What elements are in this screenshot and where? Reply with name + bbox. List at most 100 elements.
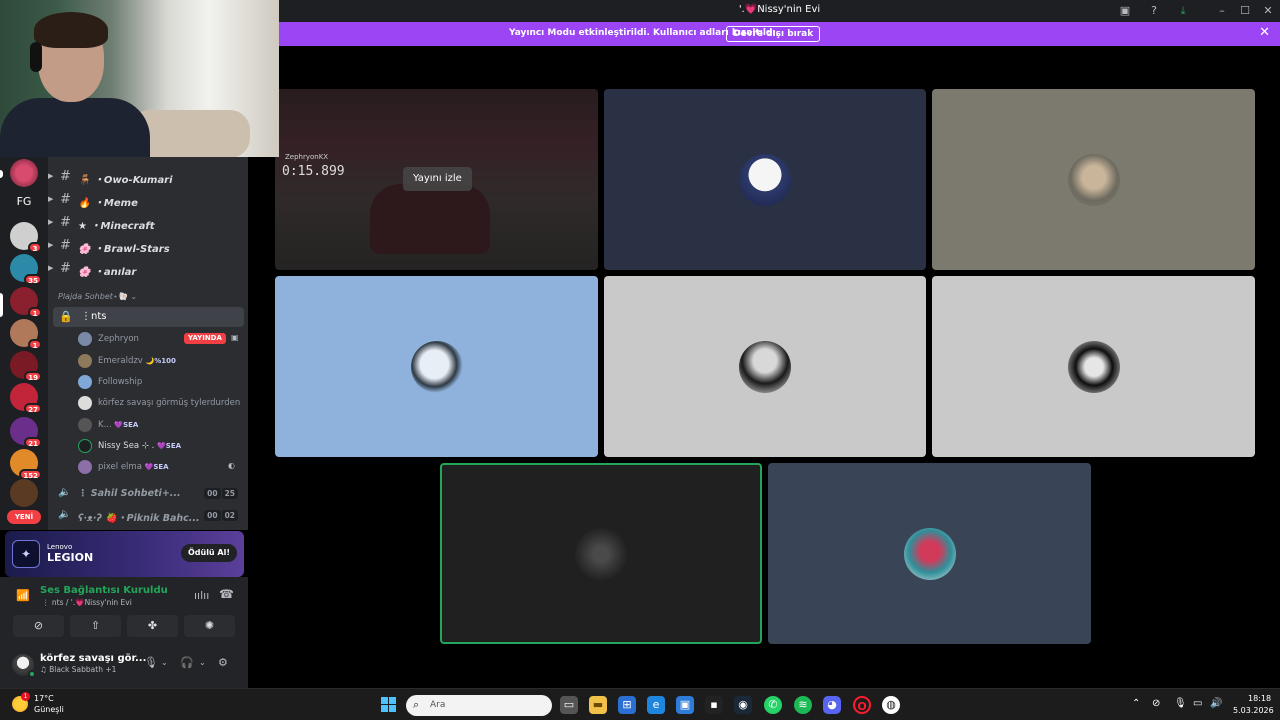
participant-tile[interactable] xyxy=(604,276,926,457)
member-tag: 🌙%100 xyxy=(145,357,176,365)
participant-tile-speaking[interactable] xyxy=(440,463,762,644)
voice-member[interactable]: K... 💜SEA xyxy=(78,415,244,435)
steam-icon[interactable]: ◉ xyxy=(734,696,752,714)
opera-icon[interactable]: O xyxy=(853,696,871,714)
member-tag: 💜SEA xyxy=(114,421,139,429)
voice-channel-label: ⋮ Sahil Sohbeti+... xyxy=(78,488,181,499)
text-channel[interactable]: ▶ # ★ ・Minecraft xyxy=(48,213,248,233)
display-icon[interactable]: ▭ xyxy=(1193,698,1202,709)
server-icon[interactable]: 21 xyxy=(10,417,42,448)
voice-channel-active[interactable]: 🔒 ⋮nts xyxy=(53,307,244,327)
server-icon[interactable]: 1 xyxy=(10,319,42,350)
participant-avatar xyxy=(1067,340,1120,393)
file-explorer-icon[interactable]: ▬ xyxy=(589,696,607,714)
stream-tile[interactable]: ZephryonKX 0:15.899 Yayını izle xyxy=(275,89,598,270)
clock-date[interactable]: 5.03.2026 xyxy=(1233,706,1274,715)
download-icon[interactable]: ⤓ xyxy=(1175,3,1191,19)
channel-label: ・Owo-Kumari xyxy=(93,175,173,186)
participant-tile[interactable] xyxy=(604,89,926,270)
screen-share-button[interactable]: ⇧ xyxy=(70,615,121,637)
voice-member[interactable]: Zephryon YAYINDA ▣ xyxy=(78,329,244,349)
app-icon[interactable]: ▣ xyxy=(676,696,694,714)
category-header[interactable]: Plajda Sohbet⋆🐚 ⌄ xyxy=(58,292,137,301)
promo-card[interactable]: ✦ Lenovo LEGION Ödülü Al! xyxy=(5,531,244,577)
headphones-icon: ◐ xyxy=(228,461,235,470)
chevron-up-icon[interactable]: ⌃ xyxy=(1132,698,1140,709)
start-button[interactable] xyxy=(381,697,397,713)
participant-tile[interactable] xyxy=(275,276,598,457)
voice-location[interactable]: ⋮ nts / '.💗Nissy'nin Evi xyxy=(42,598,132,607)
minimize-icon[interactable]: – xyxy=(1214,3,1230,19)
new-badge[interactable]: YENİ xyxy=(7,510,41,524)
clock-time[interactable]: 18:18 xyxy=(1248,694,1271,703)
member-name: K... xyxy=(98,420,112,430)
voice-channel[interactable]: 🔈 ʕ·ᴥ·ʔ 🍓・Piknik Bahc... 00 02 xyxy=(48,506,244,526)
inbox-icon[interactable]: ▣ xyxy=(1117,3,1133,19)
voice-member-speaking[interactable]: Nissy Sea ⊹ . 💜SEA xyxy=(78,436,244,456)
obs-icon[interactable]: ◍ xyxy=(882,696,900,714)
maximize-icon[interactable]: ☐ xyxy=(1237,3,1253,19)
gear-icon[interactable]: ⚙ xyxy=(218,656,228,669)
activities-button[interactable]: ✤ xyxy=(127,615,178,637)
headphones-icon[interactable]: 🎧 xyxy=(180,656,194,669)
text-channel[interactable]: ▶ # 🌸 ・Brawl-Stars xyxy=(48,236,248,256)
participant-tile[interactable] xyxy=(768,463,1091,644)
banner-close-icon[interactable]: ✕ xyxy=(1259,25,1270,40)
text-channel[interactable]: ▶ # 🔥 ・Meme xyxy=(48,190,248,210)
whatsapp-icon[interactable]: ✆ xyxy=(764,696,782,714)
participant-avatar xyxy=(739,340,791,393)
claim-reward-button[interactable]: Ödülü Al! xyxy=(180,544,237,562)
disconnect-icon[interactable]: ☎ xyxy=(219,587,234,601)
taskbar-search[interactable]: ⌕ Ara xyxy=(406,695,552,716)
hash-icon: # xyxy=(60,192,71,207)
chevron-down-icon[interactable]: ⌄ xyxy=(161,658,168,667)
microphone-icon[interactable]: 🎙 xyxy=(1174,698,1187,709)
participant-tile[interactable] xyxy=(932,89,1255,270)
network-off-icon[interactable]: ⊘ xyxy=(1152,698,1160,709)
server-icon[interactable]: 19 xyxy=(10,351,42,382)
signal-icon[interactable]: 📶 xyxy=(16,589,30,602)
server-icon[interactable]: FG xyxy=(10,188,38,216)
app-icon[interactable]: ▪ xyxy=(705,696,723,714)
store-icon[interactable]: ⊞ xyxy=(618,696,636,714)
voice-member[interactable]: Emeraldzv 🌙%100 xyxy=(78,351,244,371)
member-tag: 💜SEA xyxy=(157,442,182,450)
help-icon[interactable]: ? xyxy=(1146,3,1162,19)
voice-member[interactable]: pixel elma 💜SEA ◐ xyxy=(78,457,244,477)
lock-icon: 🔒 xyxy=(59,310,73,323)
server-icon[interactable] xyxy=(10,159,38,187)
discord-icon[interactable]: ◕ xyxy=(823,696,841,714)
noise-suppression-icon[interactable]: ıılıı xyxy=(194,589,209,602)
close-icon[interactable]: ✕ xyxy=(1260,3,1276,19)
avatar xyxy=(78,418,92,432)
text-channel[interactable]: ▶ # 🌸 ・anılar xyxy=(48,259,248,279)
weather-condition[interactable]: Güneşli xyxy=(34,705,64,714)
watch-stream-button[interactable]: Yayını izle xyxy=(403,167,472,191)
edge-icon[interactable]: e xyxy=(647,696,665,714)
weather-temperature[interactable]: 17°C xyxy=(34,694,54,703)
channel-emoji: 🪑 xyxy=(78,175,91,186)
spotify-icon[interactable]: ≋ xyxy=(794,696,812,714)
username[interactable]: körfez savaşı gör... xyxy=(40,653,146,664)
server-icon[interactable]: 152 xyxy=(10,449,42,480)
participant-tile[interactable] xyxy=(932,276,1255,457)
volume-icon[interactable]: 🔊 xyxy=(1210,698,1222,709)
user-activity: ♫ Black Sabbath +1 xyxy=(40,665,117,674)
server-icon[interactable]: 27 xyxy=(10,383,42,414)
server-icon[interactable]: 3 xyxy=(10,222,42,253)
server-icon[interactable] xyxy=(10,479,38,507)
server-icon[interactable]: 35 xyxy=(10,254,42,285)
voice-channel[interactable]: 🔈 ⋮ Sahil Sohbeti+... 00 25 xyxy=(48,484,244,504)
text-channel[interactable]: ▶ # 🪑 ・Owo-Kumari xyxy=(48,167,248,187)
task-view-icon[interactable]: ▭ xyxy=(560,696,578,714)
microphone-icon[interactable]: 🎙 xyxy=(144,656,158,669)
disable-streamer-mode-button[interactable]: Devre dışı bırak xyxy=(726,26,821,42)
server-icon[interactable]: 1 xyxy=(10,287,42,318)
voice-member[interactable]: körfez savaşı görmüş tylerdurden xyxy=(78,393,244,413)
chevron-down-icon[interactable]: ⌄ xyxy=(199,658,206,667)
voice-status[interactable]: Ses Bağlantısı Kuruldu xyxy=(40,585,168,596)
voice-member[interactable]: Followship xyxy=(78,372,244,392)
user-panel: körfez savaşı gör... ♫ Black Sabbath +1 … xyxy=(0,643,248,688)
soundboard-button[interactable]: ✺ xyxy=(184,615,235,637)
camera-off-button[interactable]: ⊘ xyxy=(13,615,64,637)
